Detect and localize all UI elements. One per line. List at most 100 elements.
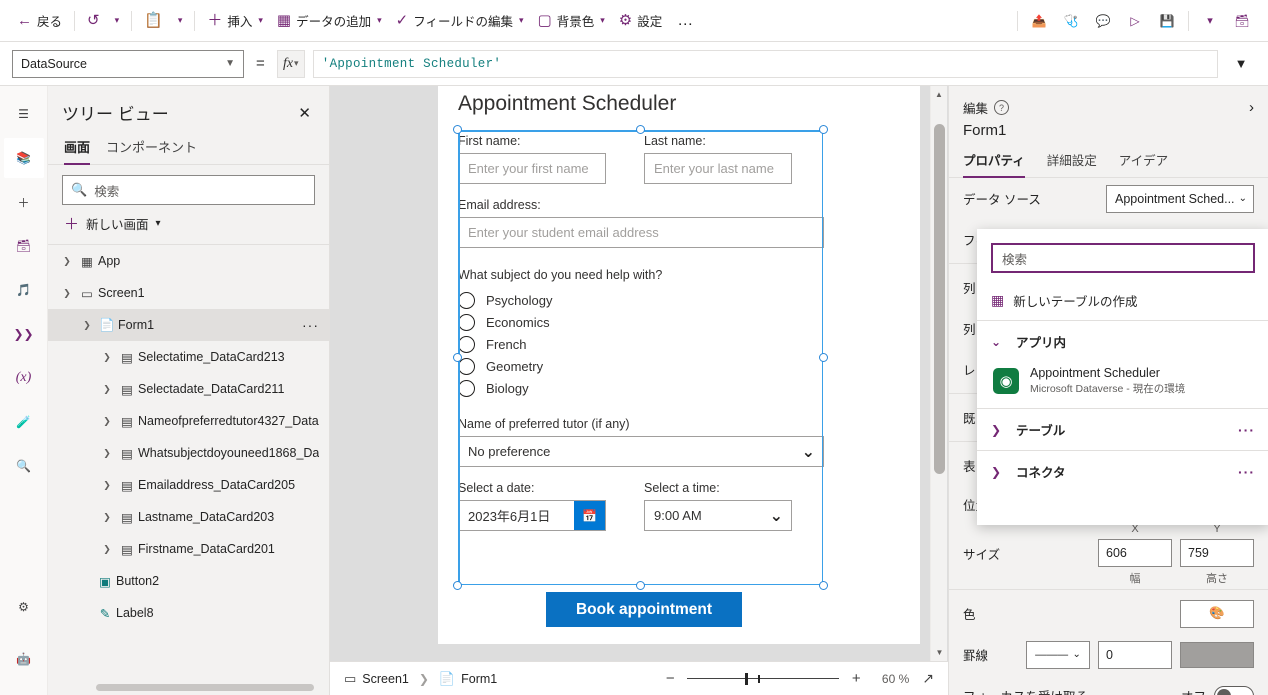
flyout-group-in-app[interactable]: ⌄ アプリ内	[977, 323, 1268, 360]
book-appointment-button[interactable]: Book appointment	[546, 592, 742, 627]
new-screen-button[interactable]: ＋ 新しい画面 ▾	[48, 205, 329, 244]
data-icon[interactable]: 🗃	[4, 226, 44, 266]
tutor-dropdown[interactable]: No preference ⌄	[458, 436, 824, 467]
radio-geometry[interactable]: Geometry	[458, 358, 824, 375]
more-options-button[interactable]: ···	[1238, 422, 1255, 438]
create-new-table-button[interactable]: ▦ 新しいテーブルの作成	[977, 283, 1268, 318]
share-icon[interactable]: 📤	[1023, 6, 1055, 36]
tree-node-whatsubjectdoyouneed-datacard207[interactable]: ❯ ▤ Whatsubjectdoyouneed1868_DataCard207	[48, 437, 329, 469]
chevron-right-icon[interactable]: ❯	[98, 544, 116, 555]
save-dropdown-chevron-down-icon[interactable]: ▾	[1194, 6, 1226, 36]
chevron-right-icon[interactable]: ❯	[98, 352, 116, 363]
property-selector[interactable]: DataSource ▼	[12, 49, 244, 78]
chevron-right-icon[interactable]: ❯	[58, 256, 76, 267]
variables-icon[interactable]: (x)	[4, 358, 44, 398]
chevron-right-icon[interactable]: ❯	[98, 512, 116, 523]
first-name-input[interactable]: Enter your first name	[458, 153, 606, 184]
paste-button[interactable]: 📋	[137, 6, 170, 36]
search-icon[interactable]: 🔍	[4, 446, 44, 486]
scrollbar-thumb[interactable]	[934, 124, 945, 474]
tree-node-emailaddress-datacard205[interactable]: ❯ ▤ Emailaddress_DataCard205	[48, 469, 329, 501]
app-checker-icon[interactable]: 🩺	[1055, 6, 1087, 36]
datasource-appointment-scheduler[interactable]: ◉ Appointment Scheduler Microsoft Datave…	[977, 360, 1268, 406]
close-icon[interactable]: ✕	[294, 102, 315, 124]
tree-node-nameofpreferredtutor-datacard209[interactable]: ❯ ▤ Nameofpreferredtutor4327_DataCard209	[48, 405, 329, 437]
collapse-panel-chevron-right-icon[interactable]: ›	[1249, 99, 1254, 116]
experimental-icon[interactable]: 🧪	[4, 402, 44, 442]
copilot-icon[interactable]: 🤖	[4, 639, 44, 679]
radio-economics[interactable]: Economics	[458, 314, 824, 331]
zoom-out-button[interactable]: −	[662, 670, 678, 687]
tab-components[interactable]: コンポーネント	[106, 133, 197, 164]
search-input[interactable]: 🔍 検索	[62, 175, 315, 205]
tree-view-icon[interactable]: 📚	[3, 138, 44, 178]
add-data-button[interactable]: ▦ データの追加 ▾	[270, 6, 389, 36]
tab-screens[interactable]: 画面	[64, 133, 91, 165]
email-input[interactable]: Enter your student email address	[458, 217, 824, 248]
date-picker[interactable]: 2023年6月1日 📅	[458, 500, 606, 531]
back-button[interactable]: ← 戻る	[10, 6, 69, 36]
size-width-input[interactable]: 606	[1098, 539, 1172, 567]
settings-icon[interactable]: ⚙	[4, 587, 44, 627]
chevron-right-icon[interactable]: ❯	[98, 384, 116, 395]
radio-psychology[interactable]: Psychology	[458, 292, 824, 309]
zoom-slider-thumb[interactable]	[745, 672, 748, 685]
scroll-down-arrow-icon[interactable]: ▼	[931, 644, 948, 661]
size-height-input[interactable]: 759	[1180, 539, 1254, 567]
paste-dropdown[interactable]: ▾	[170, 6, 190, 36]
edit-fields-button[interactable]: ✓ フィールドの編集 ▾	[389, 6, 531, 36]
breadcrumb-form1[interactable]: 📄 Form1	[439, 671, 497, 687]
border-style-select[interactable]: ——— ⌄	[1026, 640, 1090, 669]
chevron-down-icon[interactable]: ❯	[58, 288, 76, 299]
tree-node-selectatime-datacard213[interactable]: ❯ ▤ Selectatime_DataCard213	[48, 341, 329, 373]
power-automate-icon[interactable]: ❯❯	[4, 314, 44, 354]
save-icon[interactable]: 💾	[1151, 6, 1183, 36]
tree-node-screen1[interactable]: ❯ ▭ Screen1	[48, 277, 329, 309]
tree-node-form1[interactable]: ❯ 📄 Form1 ···	[48, 309, 329, 341]
preview-icon[interactable]: ▷	[1119, 6, 1151, 36]
background-color-button[interactable]: ▢ 背景色 ▾	[531, 6, 612, 36]
tree-node-lastname-datacard203[interactable]: ❯ ▤ Lastname_DataCard203	[48, 501, 329, 533]
scroll-up-arrow-icon[interactable]: ▲	[931, 86, 947, 103]
last-name-input[interactable]: Enter your last name	[644, 153, 792, 184]
insert-button[interactable]: ＋ 挿入 ▾	[200, 6, 270, 36]
fullscreen-icon[interactable]: ↗	[918, 670, 934, 687]
more-options-button[interactable]: ···	[298, 317, 319, 333]
tree-node-label8[interactable]: ✎ Label8	[48, 597, 329, 629]
insert-icon[interactable]: ＋	[4, 182, 44, 222]
chevron-right-icon[interactable]: ❯	[98, 480, 116, 491]
formula-input[interactable]: 'Appointment Scheduler'	[312, 49, 1218, 78]
border-color-swatch[interactable]	[1180, 641, 1254, 668]
hamburger-icon[interactable]: ☰	[4, 94, 44, 134]
border-width-input[interactable]: 0	[1098, 640, 1172, 669]
media-icon[interactable]: 🎵	[4, 270, 44, 310]
zoom-slider[interactable]	[687, 672, 840, 686]
chevron-right-icon[interactable]: ❯	[98, 448, 116, 459]
undo-button[interactable]: ↺	[80, 6, 107, 36]
fx-button[interactable]: fx ▾	[276, 49, 305, 78]
zoom-in-button[interactable]: +	[848, 670, 864, 687]
undo-dropdown[interactable]: ▾	[107, 6, 127, 36]
tree-node-firstname-datacard201[interactable]: ❯ ▤ Firstname_DataCard201	[48, 533, 329, 565]
comments-icon[interactable]: 💬	[1087, 6, 1119, 36]
overflow-button[interactable]: …	[669, 12, 702, 30]
breadcrumb-screen1[interactable]: ▭ Screen1	[344, 671, 409, 687]
tree-node-selectadate-datacard211[interactable]: ❯ ▤ Selectadate_DataCard211	[48, 373, 329, 405]
chevron-down-icon[interactable]: ❯	[78, 320, 96, 331]
publish-icon[interactable]: 🗃	[1226, 6, 1258, 36]
radio-biology[interactable]: Biology	[458, 380, 824, 397]
flyout-search-input[interactable]: 検索	[991, 243, 1255, 273]
tree-horizontal-scrollbar[interactable]	[96, 684, 314, 691]
fill-color-icon[interactable]: 🎨	[1180, 599, 1254, 628]
focus-toggle[interactable]	[1214, 685, 1254, 695]
tab-advanced[interactable]: 詳細設定	[1047, 147, 1097, 177]
flyout-group-tables[interactable]: ❯ テーブル ···	[977, 411, 1268, 448]
help-icon[interactable]: ?	[994, 100, 1010, 115]
flyout-group-connectors[interactable]: ❯ コネクタ ···	[977, 453, 1268, 490]
data-source-select[interactable]: Appointment Sched... ⌄	[1106, 184, 1254, 213]
tree-node-app[interactable]: ❯ ▦ App	[48, 245, 329, 277]
radio-french[interactable]: French	[458, 336, 824, 353]
formula-expand-chevron-down-icon[interactable]: ▼	[1226, 50, 1256, 78]
chevron-right-icon[interactable]: ❯	[98, 416, 116, 427]
time-dropdown[interactable]: 9:00 AM ⌄	[644, 500, 792, 531]
